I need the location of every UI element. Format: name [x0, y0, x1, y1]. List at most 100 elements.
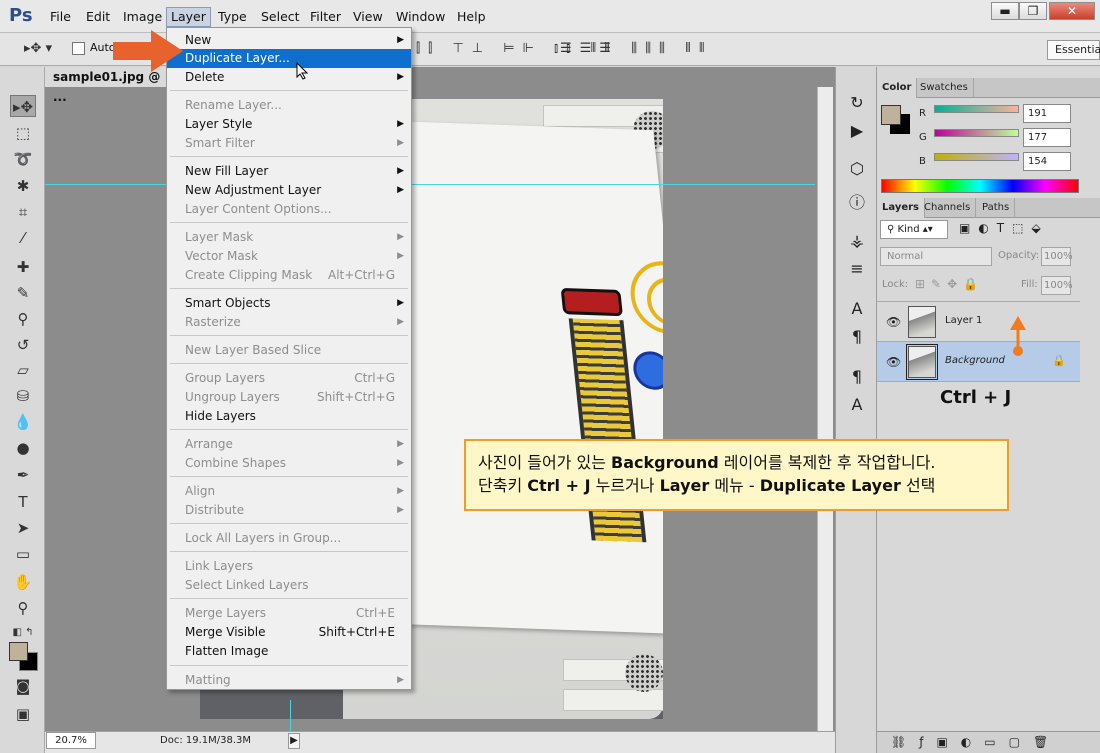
menu-item-merge-layers[interactable]: Merge Layers Ctrl+E	[167, 604, 411, 623]
r-slider[interactable]	[934, 105, 1019, 113]
rectangle-tool-icon[interactable]: ▭	[10, 543, 36, 565]
vertical-guide[interactable]	[290, 700, 291, 735]
tab-layers[interactable]: Layers	[877, 198, 925, 218]
menu-view[interactable]: View	[349, 7, 387, 27]
tab-channels[interactable]: Channels	[919, 198, 977, 218]
menu-item-rasterize[interactable]: Rasterize ▶	[167, 313, 411, 332]
clone-stamp-icon[interactable]: ⚲	[10, 308, 36, 330]
type-tool-icon[interactable]: T	[10, 491, 36, 513]
menu-window[interactable]: Window	[392, 7, 449, 27]
eyedropper-icon[interactable]: ⁄	[10, 227, 36, 249]
quick-mask-icon[interactable]: ◙	[10, 675, 36, 697]
vertical-scrollbar[interactable]	[817, 87, 833, 735]
menu-help[interactable]: Help	[453, 7, 490, 27]
menu-select[interactable]: Select	[257, 7, 304, 27]
menu-item-vector-mask[interactable]: Vector Mask ▶	[167, 247, 411, 266]
eye-icon[interactable]: 👁	[886, 315, 901, 329]
history-icon[interactable]: ↻	[846, 93, 868, 112]
menu-item-new-fill-layer[interactable]: New Fill Layer ▶	[167, 162, 411, 181]
character-styles-icon[interactable]: A	[846, 395, 868, 414]
menu-item-align[interactable]: Align ▶	[167, 482, 411, 501]
swap-colors-icon[interactable]: ◧ ↰	[10, 622, 36, 644]
menu-item-smart-objects[interactable]: Smart Objects ▶	[167, 294, 411, 313]
menu-item-select-linked-layers[interactable]: Select Linked Layers	[167, 576, 411, 595]
path-selection-icon[interactable]: ➤	[10, 517, 36, 539]
b-value[interactable]: 154	[1023, 152, 1071, 171]
menu-item-hide-layers[interactable]: Hide Layers	[167, 407, 411, 426]
filter-icons[interactable]: ▣◐T⬚⬙	[959, 221, 1049, 235]
status-menu-arrow-icon[interactable]: ▶	[288, 733, 300, 749]
menu-item-distribute[interactable]: Distribute ▶	[167, 501, 411, 520]
foreground-color-swatch[interactable]	[9, 642, 28, 661]
actions-icon[interactable]: ▶	[846, 121, 868, 140]
layer-name[interactable]: Layer 1	[945, 315, 982, 326]
menu-type[interactable]: Type	[214, 7, 251, 27]
dodge-tool-icon[interactable]: ●	[10, 437, 36, 459]
lock-icons[interactable]: ⊞✎✥🔒	[915, 277, 984, 291]
maximize-button[interactable]: ❐	[1019, 2, 1047, 20]
pen-tool-icon[interactable]: ✒	[10, 464, 36, 486]
menu-filter[interactable]: Filter	[306, 7, 345, 27]
screen-mode-icon[interactable]: ▣	[10, 703, 36, 725]
eye-icon[interactable]: 👁	[886, 355, 901, 369]
menu-item-link-layers[interactable]: Link Layers	[167, 557, 411, 576]
menu-item-matting[interactable]: Matting ▶	[167, 671, 411, 690]
menu-item-new[interactable]: New ▶	[167, 31, 411, 50]
menu-item-rename-layer[interactable]: Rename Layer...	[167, 96, 411, 115]
menu-item-lock-all-layers-in-group[interactable]: Lock All Layers in Group...	[167, 529, 411, 548]
menu-item-layer-style[interactable]: Layer Style ▶	[167, 115, 411, 134]
layer-row[interactable]: 👁 Layer 1	[877, 302, 1080, 342]
menu-item-flatten-image[interactable]: Flatten Image	[167, 642, 411, 661]
menu-item-new-layer-based-slice[interactable]: New Layer Based Slice	[167, 341, 411, 360]
blend-mode-select[interactable]: Normal	[880, 247, 992, 266]
menu-item-new-adjustment-layer[interactable]: New Adjustment Layer ▶	[167, 181, 411, 200]
distribute-icons[interactable]: ☰☰☰ ⫼⫼⫼ ⦀⦀	[560, 41, 713, 56]
layers-footer-icons[interactable]: ⛓ƒ▣◐▭▢🗑	[877, 731, 1100, 753]
color-spectrum[interactable]	[881, 179, 1079, 193]
menu-item-delete[interactable]: Delete ▶	[167, 68, 411, 87]
layer-row[interactable]: 👁 Background 🔒	[877, 342, 1080, 382]
color-fg-swatch[interactable]	[881, 105, 901, 125]
paragraph-icon[interactable]: ¶	[846, 327, 868, 346]
menu-item-create-clipping-mask[interactable]: Create Clipping Mask Alt+Ctrl+G	[167, 266, 411, 285]
adjustments-icon[interactable]: ≡	[846, 259, 868, 278]
menu-item-layer-mask[interactable]: Layer Mask ▶	[167, 228, 411, 247]
move-tool-preset-icon[interactable]: ▸✥ ▾	[24, 41, 52, 56]
marquee-tool-icon[interactable]: ⬚	[10, 122, 36, 144]
tab-paths[interactable]: Paths	[977, 198, 1016, 218]
menu-item-combine-shapes[interactable]: Combine Shapes ▶	[167, 454, 411, 473]
eraser-icon[interactable]: ▱	[10, 359, 36, 381]
fill-field[interactable]: 100%	[1041, 276, 1073, 295]
3d-icon[interactable]: ⬡	[846, 159, 868, 178]
history-brush-icon[interactable]: ↺	[10, 334, 36, 356]
hand-tool-icon[interactable]: ✋	[10, 571, 36, 593]
menu-item-merge-visible[interactable]: Merge Visible Shift+Ctrl+E	[167, 623, 411, 642]
info-icon[interactable]: ⓘ	[846, 189, 868, 213]
healing-brush-icon[interactable]: ✚	[10, 256, 36, 278]
opacity-field[interactable]: 100%	[1041, 247, 1073, 266]
move-tool-icon[interactable]: ▸✥	[10, 95, 36, 117]
menu-layer[interactable]: Layer	[166, 7, 211, 27]
auto-select-checkbox[interactable]	[72, 42, 85, 55]
r-value[interactable]: 191	[1023, 104, 1071, 123]
g-value[interactable]: 177	[1023, 128, 1071, 147]
menu-item-smart-filter[interactable]: Smart Filter ▶	[167, 134, 411, 153]
character-icon[interactable]: A	[846, 299, 868, 318]
crop-tool-icon[interactable]: ⌗	[10, 201, 36, 223]
zoom-field[interactable]: 20.7%	[46, 732, 96, 749]
lasso-tool-icon[interactable]: ➰	[10, 148, 36, 170]
horizontal-guide[interactable]	[45, 184, 815, 185]
brush-tool-icon[interactable]: ✎	[10, 282, 36, 304]
menu-edit[interactable]: Edit	[82, 7, 114, 27]
tab-swatches[interactable]: Swatches	[915, 78, 974, 98]
paragraph-styles-icon[interactable]: ¶	[846, 367, 868, 386]
layer-name[interactable]: Background	[945, 355, 1005, 366]
menu-item-arrange[interactable]: Arrange ▶	[167, 435, 411, 454]
workspace-switcher[interactable]: Essentials	[1047, 40, 1100, 60]
brush-presets-icon[interactable]: ⚶	[846, 231, 868, 250]
zoom-tool-icon[interactable]: ⚲	[10, 597, 36, 619]
minimize-button[interactable]: ▬	[991, 2, 1019, 20]
menu-image[interactable]: Image	[119, 7, 166, 27]
b-slider[interactable]	[934, 153, 1019, 161]
menu-item-ungroup-layers[interactable]: Ungroup Layers Shift+Ctrl+G	[167, 388, 411, 407]
